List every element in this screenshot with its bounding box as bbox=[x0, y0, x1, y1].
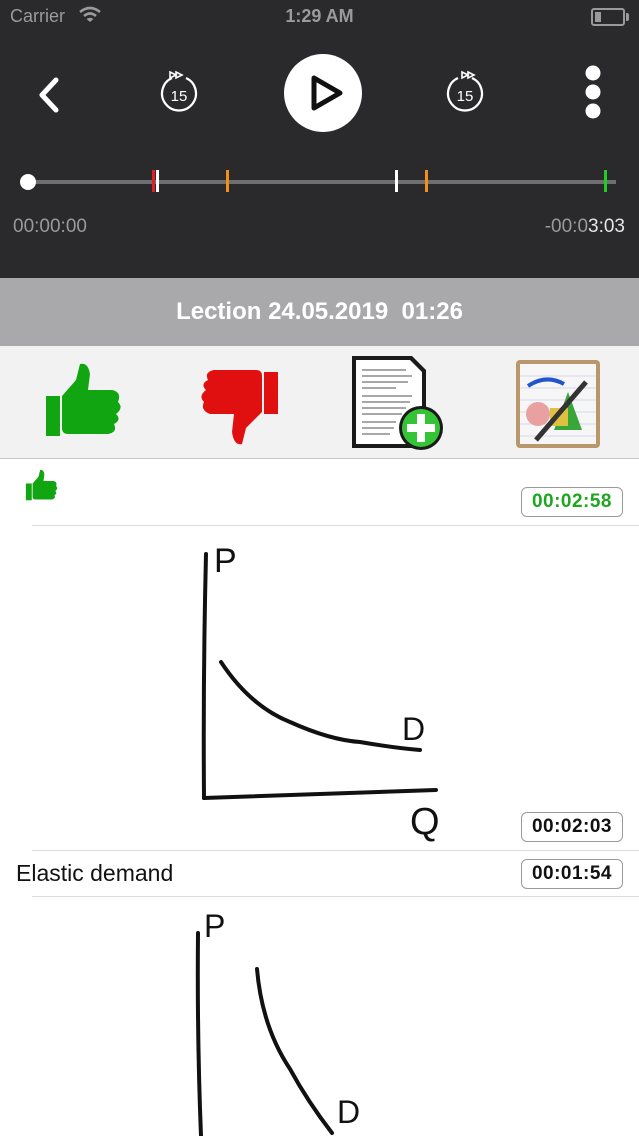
more-vertical-icon bbox=[585, 65, 601, 119]
demand-curve-sketch[interactable]: P D Q bbox=[0, 526, 639, 850]
axis-label-p: P bbox=[204, 908, 225, 944]
battery-icon bbox=[591, 8, 629, 26]
clock: 1:29 AM bbox=[285, 6, 354, 26]
timeline-marker[interactable] bbox=[604, 170, 607, 192]
inelastic-demand-sketch[interactable]: P D bbox=[0, 897, 639, 1136]
remaining-time: -00:03:03 bbox=[545, 216, 625, 238]
add-note-icon bbox=[352, 356, 443, 450]
remaining-time-bright: 3:03 bbox=[588, 216, 625, 237]
fast-forward-icon: 15 bbox=[446, 70, 484, 112]
forward-seconds-label: 15 bbox=[457, 88, 474, 105]
rewind-15-button[interactable]: 15 bbox=[156, 68, 202, 118]
dislike-button[interactable] bbox=[190, 352, 290, 452]
status-bar: Carrier 1:29 AM bbox=[0, 0, 639, 34]
curve-label-d: D bbox=[337, 1094, 360, 1130]
note-text: Elastic demand bbox=[16, 860, 174, 886]
playback-timeline[interactable] bbox=[28, 180, 616, 184]
drawing-button[interactable] bbox=[506, 352, 606, 452]
timeline-marker[interactable] bbox=[395, 170, 398, 192]
toolbar bbox=[0, 346, 639, 459]
lecture-title: Lection 24.05.2019 01:26 bbox=[0, 278, 639, 346]
timestamp-badge[interactable]: 00:02:03 bbox=[520, 812, 623, 842]
thumbs-up-icon bbox=[20, 464, 62, 513]
axis-label-p: P bbox=[214, 542, 237, 580]
play-icon bbox=[311, 75, 343, 111]
forward-15-button[interactable]: 15 bbox=[442, 68, 488, 118]
timeline-marker[interactable] bbox=[152, 170, 155, 192]
more-options-button[interactable] bbox=[578, 64, 608, 124]
timestamp-badge[interactable]: 00:02:58 bbox=[520, 487, 623, 517]
timeline-marker[interactable] bbox=[156, 170, 159, 192]
add-note-button[interactable] bbox=[346, 352, 446, 452]
elapsed-time: 00:00:00 bbox=[13, 216, 87, 237]
timeline-marker[interactable] bbox=[226, 170, 229, 192]
drawing-icon bbox=[516, 360, 600, 448]
timestamp-badge[interactable]: 00:01:54 bbox=[520, 859, 623, 889]
chevron-left-icon bbox=[39, 77, 59, 113]
back-button[interactable] bbox=[30, 72, 70, 118]
like-button[interactable] bbox=[32, 352, 132, 452]
rewind-icon: 15 bbox=[160, 70, 198, 112]
player-panel: Carrier 1:29 AM 15 15 00:00:00 -00:03:03 bbox=[0, 0, 639, 278]
playhead-knob[interactable] bbox=[20, 174, 36, 190]
list-item[interactable]: Elastic demand 00:01:54 bbox=[0, 851, 639, 897]
rewind-seconds-label: 15 bbox=[171, 88, 188, 105]
curve-label-d: D bbox=[402, 711, 425, 747]
list-item[interactable]: 00:02:58 bbox=[0, 460, 639, 526]
axis-label-q: Q bbox=[410, 801, 440, 843]
thumbs-up-icon bbox=[46, 363, 121, 436]
play-button[interactable] bbox=[284, 54, 362, 132]
timeline-marker[interactable] bbox=[425, 170, 428, 192]
thumbs-down-icon bbox=[201, 370, 278, 445]
remaining-time-dim: -00:0 bbox=[544, 216, 589, 237]
